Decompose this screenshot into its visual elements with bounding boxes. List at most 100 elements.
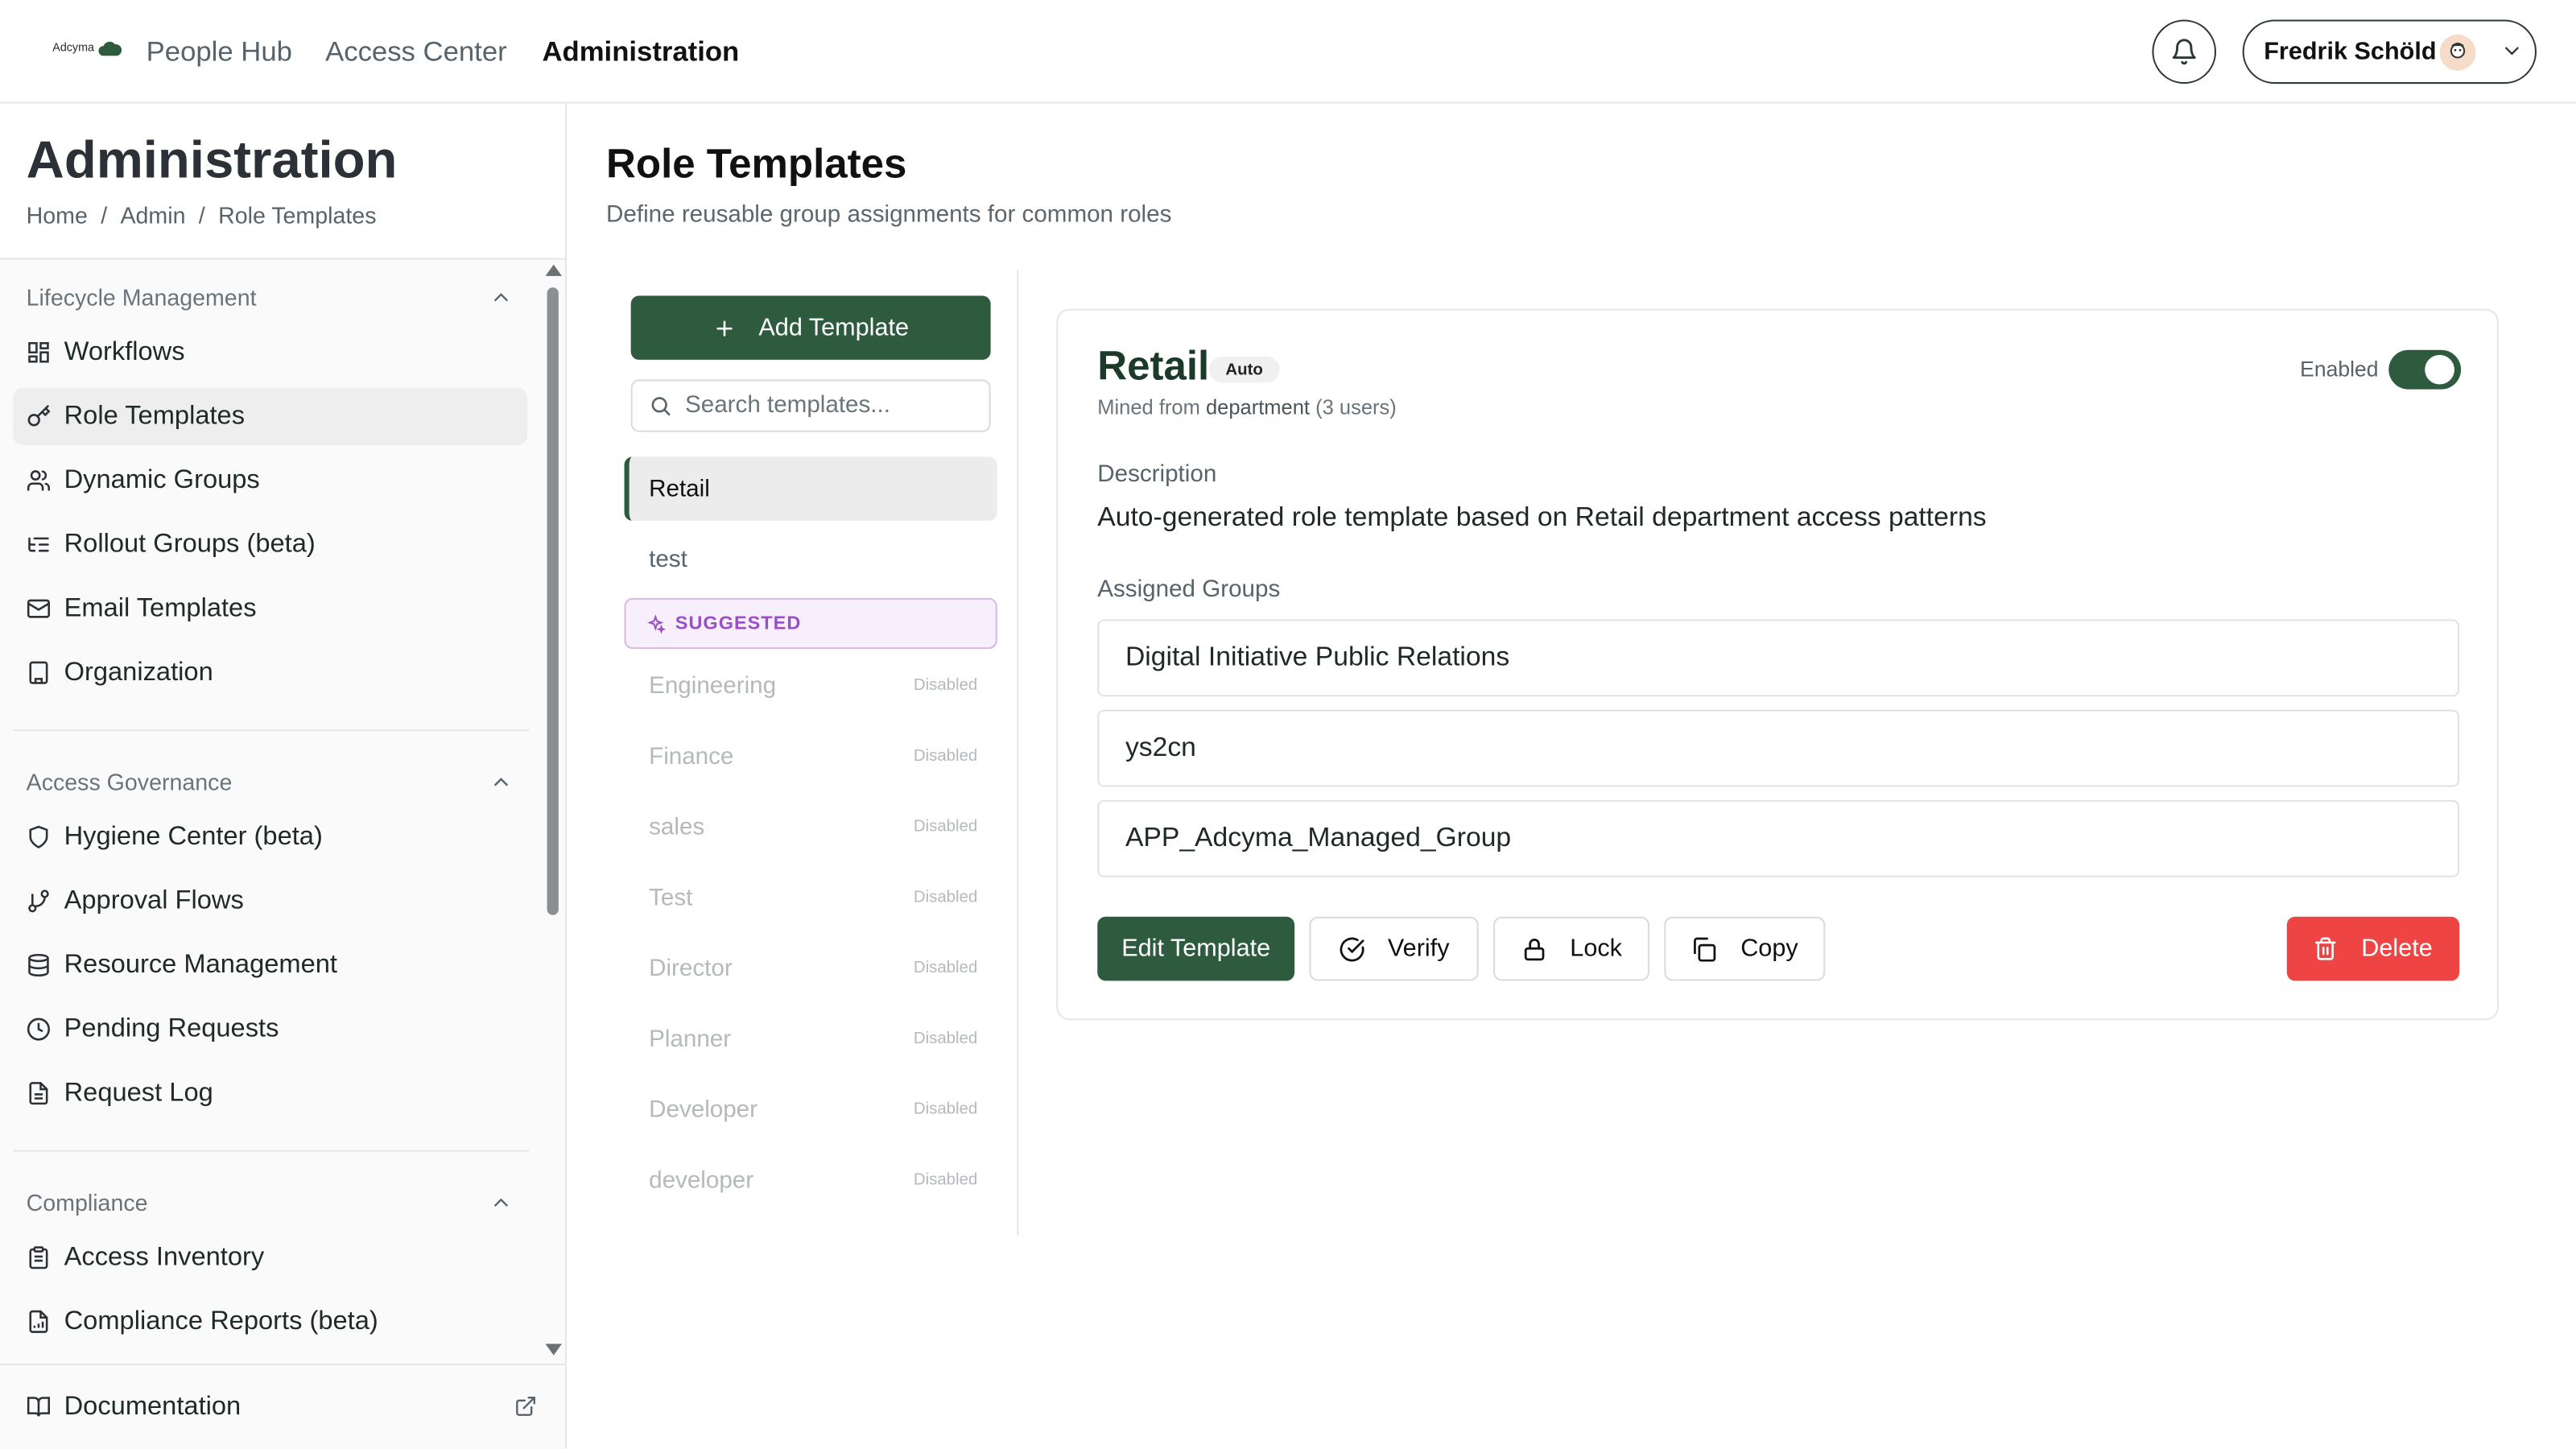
sidebar-item-label: Approval Flows <box>64 886 244 914</box>
sidebar-item-label: Hygiene Center (beta) <box>64 822 323 851</box>
chevron-down-icon <box>2505 47 2519 56</box>
building-icon <box>29 661 48 684</box>
status-badge: Disabled <box>913 1100 978 1119</box>
sidebar-item-pending-requests[interactable]: Pending Requests <box>13 1001 527 1058</box>
sidebar-item-access-inventory[interactable]: Access Inventory <box>13 1229 527 1286</box>
section-divider <box>13 1150 530 1152</box>
nav-administration[interactable]: Administration <box>542 36 739 69</box>
template-detail-card: Retail Auto Mined from department (3 use… <box>1056 308 2500 1021</box>
breadcrumb-home[interactable]: Home <box>27 202 88 229</box>
scroll-up-arrow[interactable] <box>545 264 562 276</box>
delete-label: Delete <box>2361 935 2433 963</box>
notifications-button[interactable] <box>2152 19 2217 85</box>
description-text: Auto-generated role template based on Re… <box>1097 502 1987 533</box>
sidebar-item-resource-management[interactable]: Resource Management <box>13 936 527 993</box>
section-access-governance[interactable]: Access Governance <box>27 769 233 795</box>
app-root: Adcyma People Hub Access Center Administ… <box>0 0 2576 1449</box>
template-item-retail[interactable]: Retail <box>624 456 997 521</box>
suggested-item[interactable]: Test Disabled <box>625 866 997 931</box>
sidebar-item-label: Compliance Reports (beta) <box>64 1307 378 1335</box>
scroll-thumb[interactable] <box>547 287 559 915</box>
section-compliance[interactable]: Compliance <box>27 1190 148 1216</box>
template-name: Developer <box>649 1096 758 1123</box>
scroll-down-arrow[interactable] <box>545 1344 562 1356</box>
sidebar-item-label: Workflows <box>64 337 185 366</box>
suggested-item[interactable]: Finance Disabled <box>625 724 997 789</box>
lock-button[interactable]: Lock <box>1493 916 1649 981</box>
delete-button[interactable]: Delete <box>2286 916 2460 981</box>
sidebar-item-organization[interactable]: Organization <box>13 644 527 701</box>
status-badge: Disabled <box>913 676 978 696</box>
assigned-group-row: ys2cn <box>1097 709 2460 787</box>
suggested-item[interactable]: Planner Disabled <box>625 1007 997 1071</box>
suggested-header[interactable]: SUGGESTED <box>624 597 997 650</box>
sidebar-item-request-log[interactable]: Request Log <box>13 1064 527 1121</box>
chevron-up-icon[interactable] <box>489 770 513 794</box>
sidebar-item-email-templates[interactable]: Email Templates <box>13 580 527 637</box>
copy-button[interactable]: Copy <box>1664 916 1826 981</box>
assigned-group-row: Digital Initiative Public Relations <box>1097 619 2460 697</box>
template-name: developer <box>649 1166 754 1194</box>
auto-badge: Auto <box>1209 356 1280 383</box>
suggested-item[interactable]: Developer Disabled <box>625 1078 997 1142</box>
description-label: Description <box>1097 461 1217 489</box>
suggested-item[interactable]: Engineering Disabled <box>625 654 997 718</box>
sidebar-item-label: Organization <box>64 658 213 687</box>
template-name: Test <box>649 884 693 911</box>
sidebar-scrollbar[interactable] <box>544 261 562 1361</box>
user-name: Fredrik Schöld <box>2264 37 2437 66</box>
breadcrumb-admin[interactable]: Admin <box>120 202 185 229</box>
sidebar-item-hygiene-center[interactable]: Hygiene Center (beta) <box>13 808 527 865</box>
sidebar-item-documentation[interactable]: Documentation <box>13 1378 535 1435</box>
template-name: sales <box>649 814 705 840</box>
edit-template-button[interactable]: Edit Template <box>1097 916 1295 981</box>
status-badge: Disabled <box>913 1171 978 1190</box>
sidebar-item-role-templates[interactable]: Role Templates <box>13 387 528 446</box>
search-input[interactable]: Search templates... <box>630 379 991 432</box>
sidebar-item-rollout-groups[interactable]: Rollout Groups (beta) <box>13 516 527 573</box>
lock-icon <box>1524 938 1544 960</box>
copy-icon <box>1695 936 1717 961</box>
chevron-up-icon[interactable] <box>489 1191 513 1215</box>
edit-template-label: Edit Template <box>1121 935 1271 963</box>
verify-label: Verify <box>1387 935 1450 963</box>
book-icon <box>27 1397 50 1417</box>
verify-button[interactable]: Verify <box>1309 916 1479 981</box>
logo[interactable]: Adcyma <box>52 39 123 56</box>
cloud-logo-icon <box>99 41 122 56</box>
sidebar-item-compliance-reports[interactable]: Compliance Reports (beta) <box>13 1293 527 1350</box>
sidebar-footer: Documentation <box>0 1363 566 1449</box>
sidebar-item-dynamic-groups[interactable]: Dynamic Groups <box>13 452 527 509</box>
grid-icon <box>28 341 49 363</box>
suggested-item[interactable]: developer Disabled <box>625 1149 997 1213</box>
user-menu-button[interactable]: Fredrik Schöld <box>2242 19 2537 85</box>
logo-text: Adcyma <box>52 42 94 54</box>
sidebar-item-approval-flows[interactable]: Approval Flows <box>13 873 527 930</box>
bell-icon <box>2172 39 2196 65</box>
external-link-icon <box>516 1397 535 1416</box>
status-badge: Disabled <box>913 1030 978 1049</box>
template-item-test[interactable]: test <box>625 527 997 592</box>
page-subtitle: Define reusable group assignments for co… <box>606 202 1172 229</box>
add-template-button[interactable]: Add Template <box>630 295 991 360</box>
sidebar-item-label: Documentation <box>64 1392 242 1421</box>
enabled-toggle[interactable] <box>2388 349 2462 390</box>
sidebar-item-workflows[interactable]: Workflows <box>13 324 527 381</box>
chevron-up-icon[interactable] <box>489 286 513 309</box>
nav-access-center[interactable]: Access Center <box>325 36 507 69</box>
template-name: Finance <box>649 743 734 770</box>
section-lifecycle-management[interactable]: Lifecycle Management <box>27 284 257 311</box>
template-name: Engineering <box>649 672 777 700</box>
page-title: Role Templates <box>606 141 907 188</box>
suggested-label: SUGGESTED <box>675 613 802 634</box>
users-icon <box>27 470 50 491</box>
search-placeholder: Search templates... <box>685 392 890 419</box>
suggested-item[interactable]: Director Disabled <box>625 936 997 1001</box>
sidebar-item-label: Dynamic Groups <box>64 465 260 494</box>
shield-icon <box>29 825 48 848</box>
suggested-item[interactable]: sales Disabled <box>625 795 997 860</box>
breadcrumb-separator: / <box>198 202 205 229</box>
assigned-group-row: APP_Adcyma_Managed_Group <box>1097 799 2460 877</box>
toggle-knob <box>2425 354 2454 385</box>
nav-people-hub[interactable]: People Hub <box>147 36 292 69</box>
